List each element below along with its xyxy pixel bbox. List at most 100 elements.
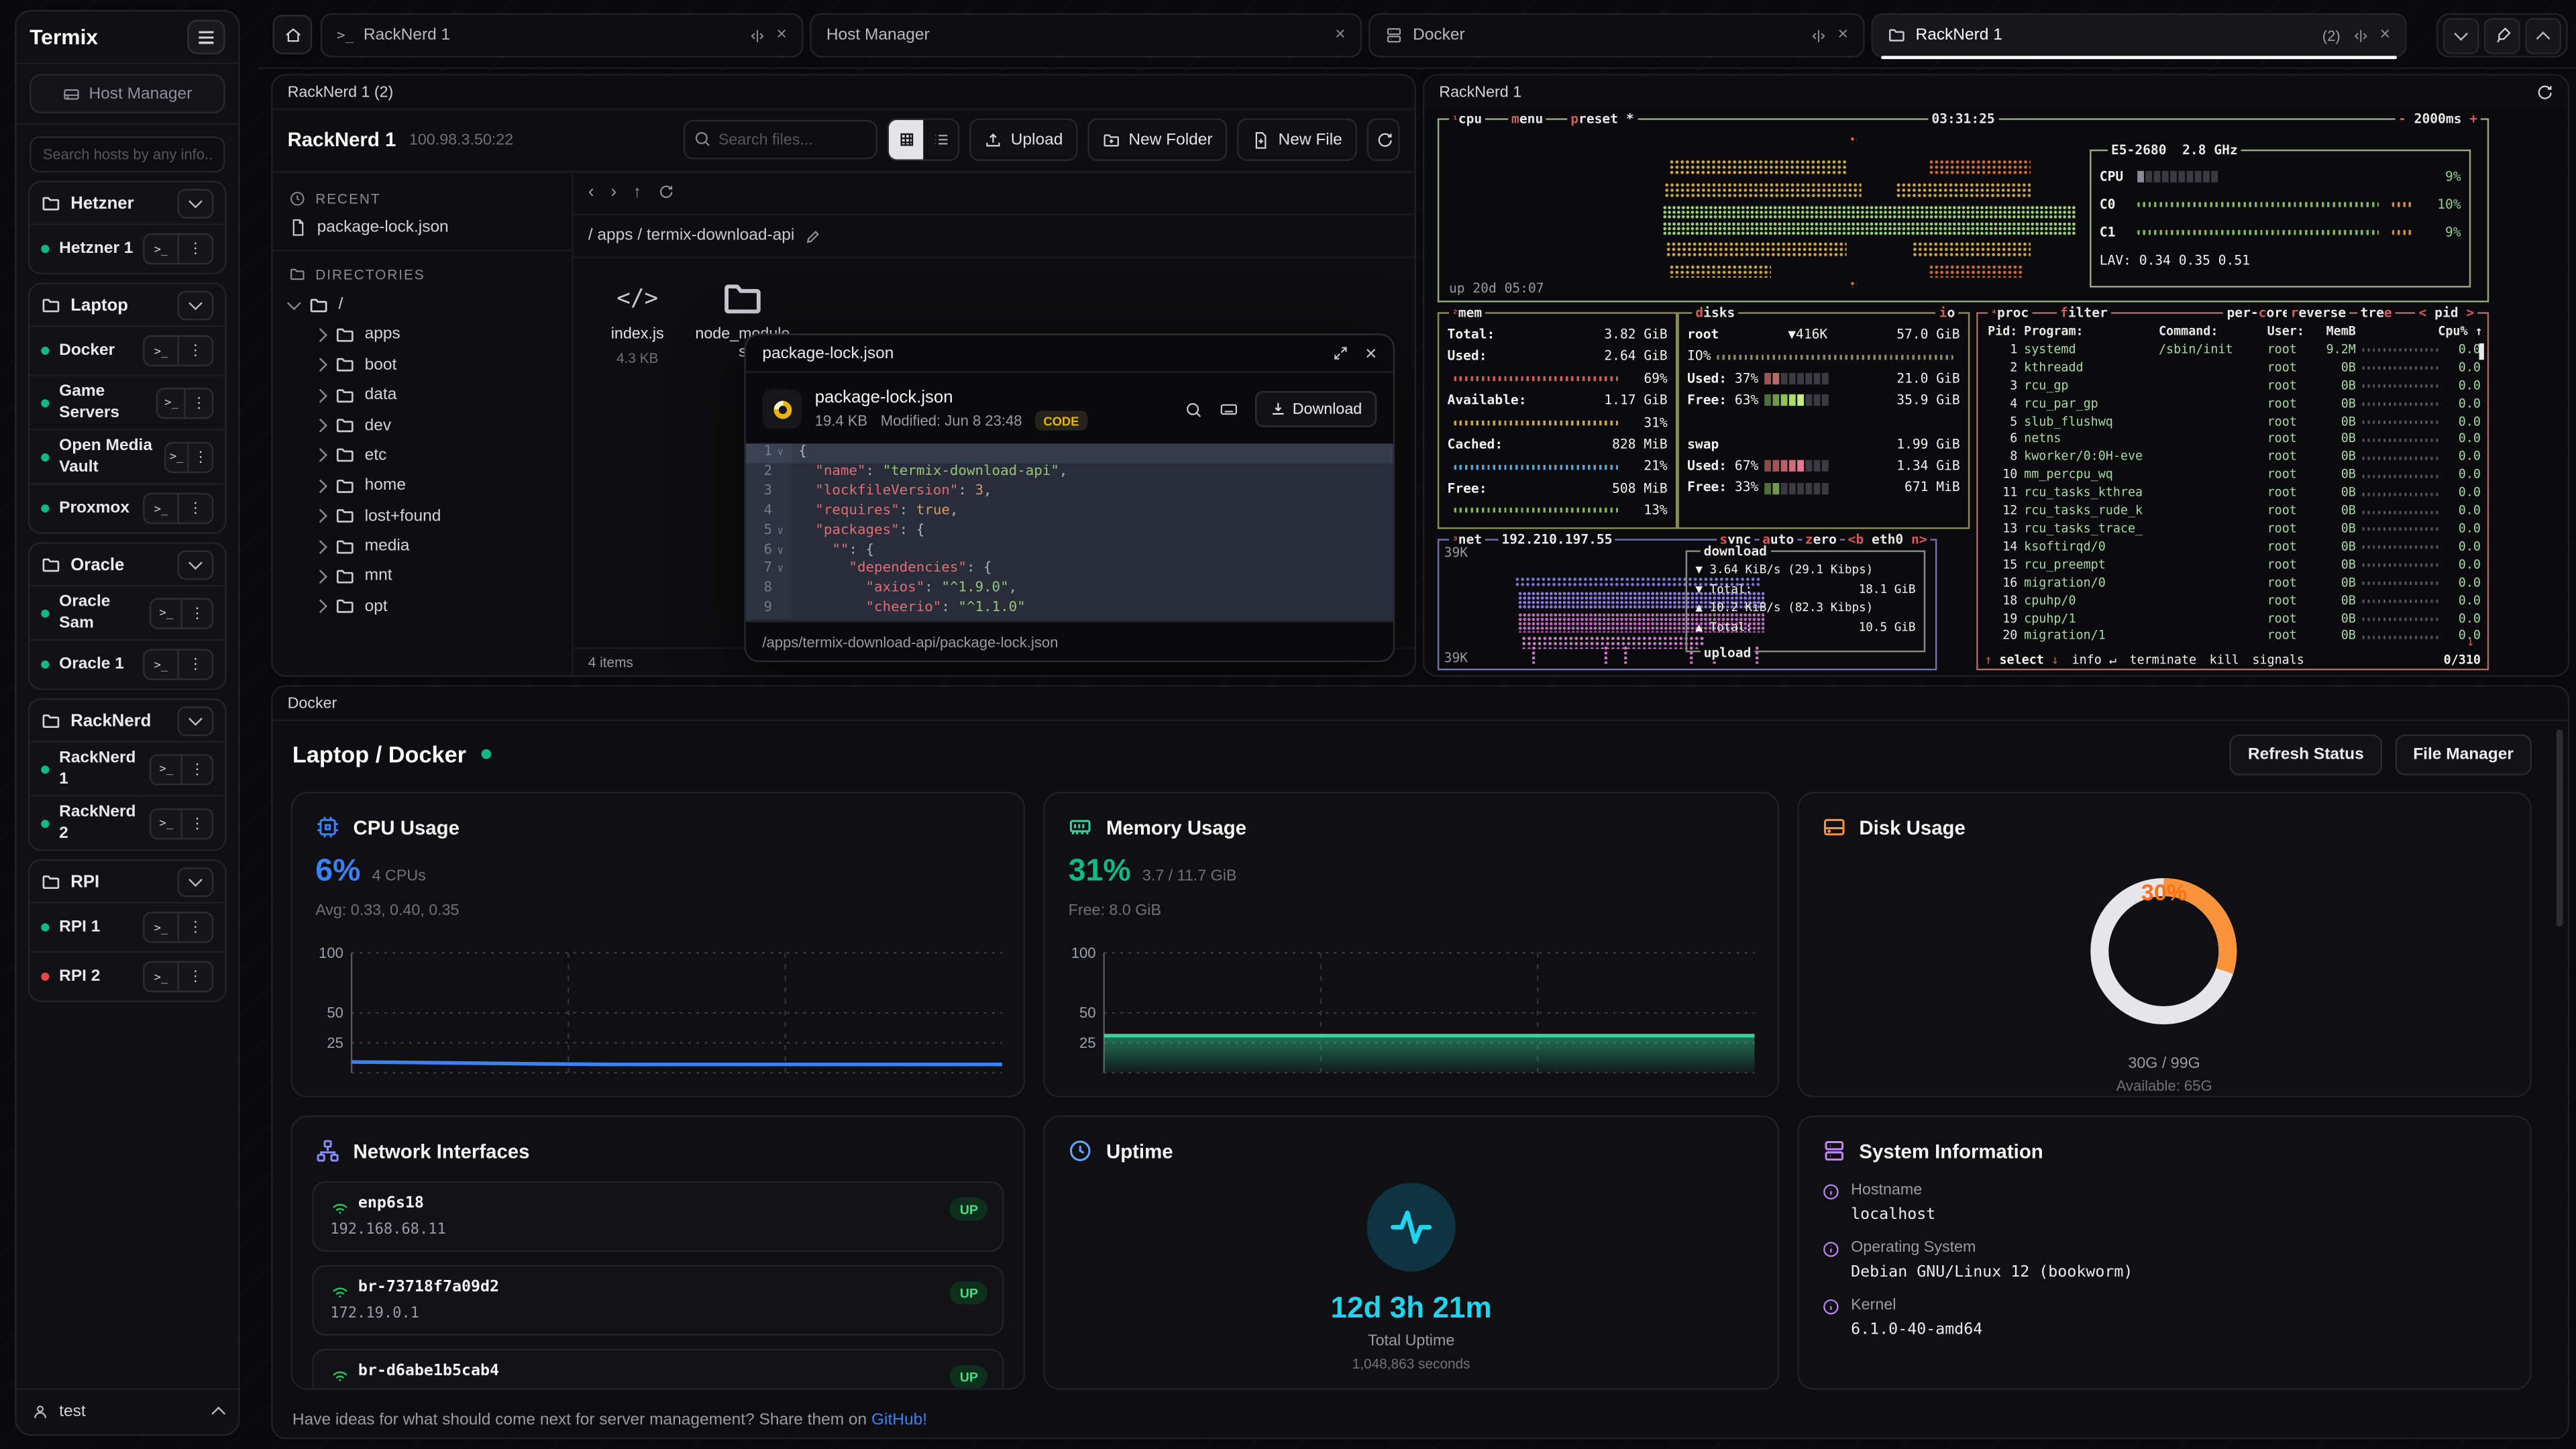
tree-root-item[interactable]: / [273,290,572,320]
upload-button[interactable]: Upload [970,118,1078,161]
host-row[interactable]: RackNerd 1>_⋮ [30,741,225,795]
host-row[interactable]: Proxmox>_⋮ [30,483,225,532]
edit-path-icon[interactable] [804,227,820,244]
process-row[interactable]: 3rcu_gproot0B0.0 [1978,378,2487,396]
new-file-button[interactable]: New File [1237,118,1357,161]
host-terminal-button[interactable]: >_ [145,651,178,679]
host-group-header[interactable]: Laptop [30,284,225,325]
host-terminal-button[interactable]: >_ [152,599,181,627]
group-collapse-button[interactable] [177,188,213,217]
process-row[interactable]: 1systemd/sbin/initroot9.2M0.0 [1978,341,2487,360]
host-group-header[interactable]: Hetzner [30,182,225,223]
host-row[interactable]: Open Media Vault>_⋮ [30,429,225,483]
group-collapse-button[interactable] [177,706,213,735]
host-menu-button[interactable]: ⋮ [177,494,211,523]
nav-forward-button[interactable]: › [610,182,616,202]
theme-brush-button[interactable] [2484,17,2520,54]
host-terminal-button[interactable]: >_ [145,337,178,365]
tab-racknerd-1[interactable]: >_RackNerd 1× [321,13,804,58]
process-row[interactable]: 2kthreaddroot0B0.0 [1978,360,2487,378]
breadcrumb[interactable]: / apps / termix-download-api [572,215,1414,258]
tab-scroll-up-button[interactable] [2525,17,2561,54]
host-group-header[interactable]: RackNerd [30,700,225,741]
terminal-sync-button[interactable] [2535,83,2553,101]
tree-folder-item[interactable]: media [273,531,572,561]
tree-folder-item[interactable]: dev [273,411,572,441]
sidebar-menu-button[interactable] [187,19,225,54]
host-menu-button[interactable]: ⋮ [177,963,211,991]
split-tab-icon[interactable] [1810,27,1826,43]
host-group-header[interactable]: RPI [30,861,225,902]
interface-item[interactable]: enp6s18UP192.168.68.11 [312,1181,1004,1252]
group-collapse-button[interactable] [177,549,213,579]
proc-scrollbar[interactable] [2479,343,2484,360]
group-collapse-button[interactable] [177,290,213,319]
expand-icon[interactable] [1332,345,1348,361]
host-row[interactable]: Docker>_⋮ [30,325,225,374]
tree-folder-item[interactable]: boot [273,350,572,380]
tree-folder-item[interactable]: data [273,380,572,411]
process-row[interactable]: 11rcu_tasks_kthrearoot0B0.0 [1978,485,2487,503]
sidebar-footer[interactable]: test [16,1388,238,1434]
close-tab-icon[interactable]: × [1335,26,1346,44]
tree-folder-item[interactable]: home [273,471,572,501]
home-button[interactable] [273,15,313,54]
close-tab-icon[interactable]: × [1837,26,1848,44]
host-manager-button[interactable]: Host Manager [30,74,225,113]
host-terminal-button[interactable]: >_ [145,914,178,942]
host-row[interactable]: Game Servers>_⋮ [30,374,225,429]
host-row[interactable]: Hetzner 1>_⋮ [30,223,225,272]
host-menu-button[interactable]: ⋮ [177,337,211,365]
host-row[interactable]: Oracle Sam>_⋮ [30,585,225,639]
host-group-header[interactable]: Oracle [30,544,225,585]
file-manager-button[interactable]: File Manager [2395,733,2532,774]
process-row[interactable]: 19cpuhp/1root0B0.0 [1978,610,2487,629]
tree-folder-item[interactable]: lost+found [273,501,572,531]
group-collapse-button[interactable] [177,867,213,896]
host-menu-button[interactable]: ⋮ [184,388,212,417]
nav-refresh-button[interactable] [657,184,674,200]
tab-racknerd-1[interactable]: RackNerd 1(2)× [1871,13,2406,58]
search-in-file-icon[interactable] [1184,400,1202,418]
host-terminal-button[interactable]: >_ [152,809,181,837]
host-terminal-button[interactable]: >_ [145,235,178,263]
host-terminal-button[interactable]: >_ [145,494,178,523]
close-tab-icon[interactable]: × [776,26,787,44]
host-row[interactable]: RPI 1>_⋮ [30,902,225,951]
tree-folder-item[interactable]: mnt [273,561,572,592]
process-row[interactable]: 10mm_percpu_wqroot0B0.0 [1978,467,2487,485]
process-row[interactable]: 8kworker/0:0H-everoot0B0.0 [1978,449,2487,467]
split-tab-icon[interactable] [2352,27,2368,43]
process-row[interactable]: 20migration/1root0B0.0 [1978,629,2487,647]
tree-folder-item[interactable]: opt [273,592,572,622]
process-row[interactable]: 16migration/0root0B0.0 [1978,574,2487,592]
process-row[interactable]: 13rcu_tasks_trace_root0B0.0 [1978,521,2487,539]
tree-folder-item[interactable]: apps [273,320,572,350]
github-link[interactable]: GitHub! [871,1411,927,1430]
host-row[interactable]: RPI 2>_⋮ [30,951,225,1000]
grid-view-button[interactable] [890,120,924,160]
host-menu-button[interactable]: ⋮ [188,443,212,471]
list-view-button[interactable] [924,120,958,160]
host-menu-button[interactable]: ⋮ [177,914,211,942]
tab-docker[interactable]: Docker× [1368,13,1865,58]
host-terminal-button[interactable]: >_ [152,755,181,783]
new-folder-button[interactable]: New Folder [1087,118,1228,161]
host-menu-button[interactable]: ⋮ [181,809,212,837]
host-terminal-button[interactable]: >_ [165,443,187,471]
host-row[interactable]: Oracle 1>_⋮ [30,639,225,688]
tab-host-manager[interactable]: Host Manager× [810,13,1362,58]
interface-item[interactable]: br-73718f7a09d2UP172.19.0.1 [312,1265,1004,1336]
terminal-screen[interactable]: ¹cpumenupreset *03:31:25- 2000ms +up 20d… [1424,109,2567,676]
host-terminal-button[interactable]: >_ [158,388,184,417]
file-search-input[interactable] [684,120,877,160]
host-menu-button[interactable]: ⋮ [181,599,212,627]
keyboard-icon[interactable] [1219,399,1238,419]
nav-up-button[interactable]: ↑ [633,183,641,201]
tree-folder-item[interactable]: etc [273,441,572,471]
refresh-files-button[interactable] [1367,118,1400,161]
close-tab-icon[interactable]: × [2380,26,2391,44]
host-menu-button[interactable]: ⋮ [177,651,211,679]
modal-close-icon[interactable]: × [1365,341,1377,364]
footer-collapse-button[interactable] [213,1403,223,1421]
